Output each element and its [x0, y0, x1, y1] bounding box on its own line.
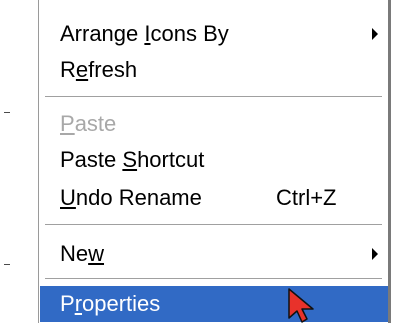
desktop-background: Arrange Icons By Refresh Paste Paste Sho…	[0, 0, 396, 323]
menu-item-new[interactable]: New	[40, 236, 388, 272]
menu-item-label: Refresh	[60, 57, 138, 82]
menu-item-undo-rename[interactable]: Undo Rename Ctrl+Z	[40, 180, 388, 216]
background-edge-mark	[4, 264, 10, 265]
menu-separator	[45, 224, 382, 226]
background-edge-mark	[4, 112, 10, 113]
context-menu: Arrange Icons By Refresh Paste Paste Sho…	[38, 0, 391, 323]
menu-item-paste[interactable]: Paste	[40, 106, 388, 142]
menu-item-label: New	[60, 241, 105, 266]
menu-item-arrange-icons-by[interactable]: Arrange Icons By	[40, 16, 388, 52]
menu-separator	[45, 278, 382, 280]
menu-item-label: Undo Rename	[60, 185, 202, 210]
chevron-right-icon	[372, 248, 378, 260]
menu-item-label: Paste Shortcut	[60, 147, 205, 172]
menu-separator	[45, 96, 382, 98]
menu-item-refresh[interactable]: Refresh	[40, 52, 388, 88]
menu-item-paste-shortcut[interactable]: Paste Shortcut	[40, 142, 388, 178]
mouse-pointer-icon	[288, 288, 314, 323]
menu-item-properties[interactable]: Properties	[40, 286, 388, 322]
menu-item-shortcut: Ctrl+Z	[276, 185, 337, 210]
menu-item-label: Paste	[60, 111, 117, 136]
menu-item-label: Properties	[60, 291, 161, 316]
chevron-right-icon	[372, 28, 378, 40]
menu-item-label: Arrange Icons By	[60, 21, 229, 46]
